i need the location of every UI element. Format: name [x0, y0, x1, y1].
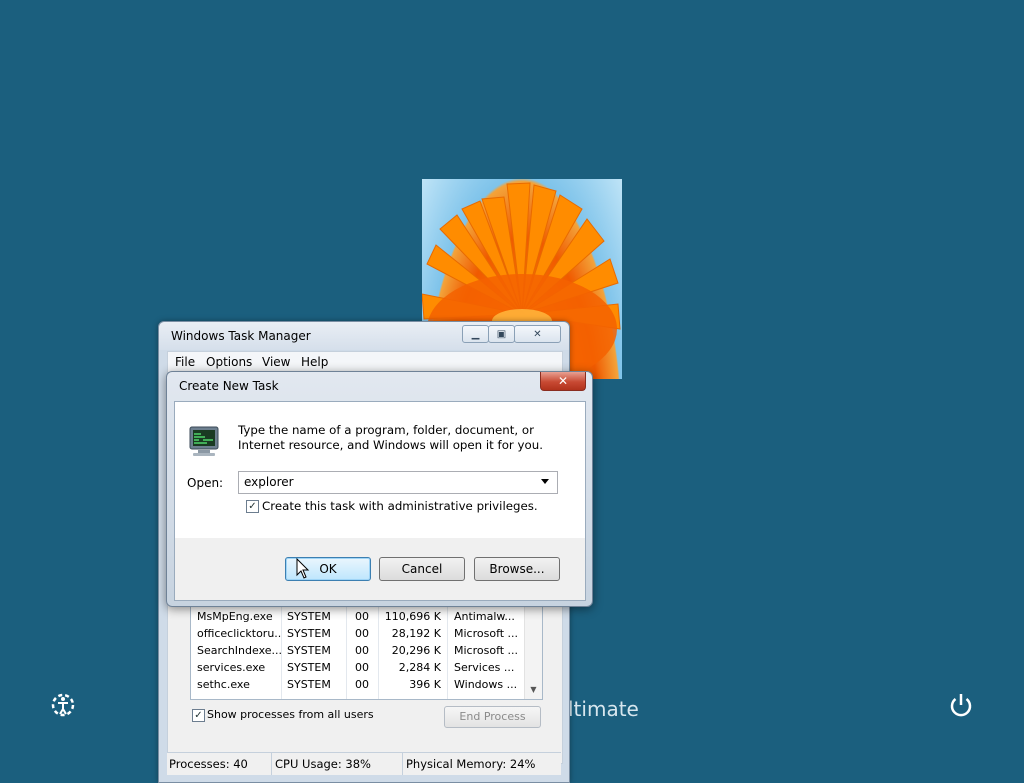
browse-button[interactable]: Browse...: [474, 557, 560, 581]
power-icon[interactable]: [946, 690, 976, 720]
process-description: Microsoft ...: [454, 627, 519, 640]
cancel-button[interactable]: Cancel: [379, 557, 465, 581]
process-user: SYSTEM: [287, 678, 331, 691]
admin-privileges-label: Create this task with administrative pri…: [262, 499, 538, 513]
process-memory: 110,696 K: [384, 610, 441, 623]
process-memory: 28,192 K: [391, 627, 441, 640]
process-cpu: 00: [355, 627, 369, 640]
process-name: sethc.exe: [197, 678, 250, 691]
status-processes: Processes: 40: [169, 757, 248, 771]
process-cpu: 00: [355, 661, 369, 674]
process-name: MsMpEng.exe: [197, 610, 273, 623]
process-user: SYSTEM: [287, 661, 331, 674]
close-button[interactable]: ✕: [514, 325, 561, 343]
task-manager-title: Windows Task Manager: [171, 329, 311, 343]
process-list-scrollbar[interactable]: ▼: [524, 607, 542, 699]
table-row[interactable]: MsMpEng.exe SYSTEM 00 110,696 K Antimalw…: [191, 608, 523, 625]
process-cpu: 00: [355, 610, 369, 623]
table-row[interactable]: officeclicktoru... SYSTEM 00 28,192 K Mi…: [191, 625, 523, 642]
table-row[interactable]: services.exe SYSTEM 00 2,284 K Services …: [191, 659, 523, 676]
dialog-upper-panel: Type the name of a program, folder, docu…: [175, 402, 585, 538]
process-memory: 2,284 K: [398, 661, 441, 674]
ease-of-access-icon[interactable]: [48, 690, 78, 720]
run-program-icon: [187, 425, 221, 457]
table-row[interactable]: sethc.exe SYSTEM 00 396 K Windows ...: [191, 676, 523, 693]
process-cpu: 00: [355, 644, 369, 657]
task-manager-menubar: File Options View Help: [167, 351, 563, 373]
table-row[interactable]: SearchIndexe... SYSTEM 00 20,296 K Micro…: [191, 642, 523, 659]
process-user: SYSTEM: [287, 610, 331, 623]
process-memory: 396 K: [409, 678, 441, 691]
show-all-processes-label: Show processes from all users: [207, 708, 374, 721]
open-label: Open:: [187, 476, 224, 490]
menu-file[interactable]: File: [175, 355, 195, 369]
process-description: Microsoft ...: [454, 644, 519, 657]
menu-options[interactable]: Options: [206, 355, 252, 369]
process-description: Antimalw...: [454, 610, 515, 623]
end-process-button[interactable]: End Process: [444, 706, 541, 728]
task-manager-statusbar: Processes: 40 CPU Usage: 38% Physical Me…: [167, 752, 561, 775]
show-all-processes-checkbox[interactable]: ✓: [192, 709, 205, 722]
minimize-button[interactable]: ▁: [462, 325, 489, 343]
open-combobox[interactable]: explorer: [238, 471, 558, 494]
process-name: SearchIndexe...: [197, 644, 281, 657]
process-cpu: 00: [355, 678, 369, 691]
process-name: services.exe: [197, 661, 266, 674]
process-description: Services ...: [454, 661, 515, 674]
admin-privileges-checkbox[interactable]: ✓: [246, 500, 259, 513]
maximize-button[interactable]: ▣: [488, 325, 515, 343]
dialog-title: Create New Task: [179, 379, 279, 393]
status-physical-memory: Physical Memory: 24%: [406, 757, 536, 771]
process-user: SYSTEM: [287, 644, 331, 657]
process-name: officeclicktoru...: [197, 627, 281, 640]
dialog-content: Type the name of a program, folder, docu…: [174, 401, 586, 601]
chevron-down-icon[interactable]: [541, 479, 549, 484]
dialog-close-button[interactable]: ✕: [540, 372, 586, 391]
process-user: SYSTEM: [287, 627, 331, 640]
open-combobox-value: explorer: [244, 475, 294, 489]
create-new-task-dialog: Create New Task ✕ Type the name of a pro…: [166, 371, 593, 607]
windows-edition-text: ltimate: [568, 697, 639, 721]
mouse-cursor-icon: [296, 557, 310, 580]
process-description: Windows ...: [454, 678, 518, 691]
process-list[interactable]: MsMpEng.exe SYSTEM 00 110,696 K Antimalw…: [190, 606, 543, 700]
menu-view[interactable]: View: [262, 355, 290, 369]
status-cpu-usage: CPU Usage: 38%: [275, 757, 371, 771]
menu-help[interactable]: Help: [301, 355, 328, 369]
scroll-down-arrow-icon[interactable]: ▼: [525, 685, 542, 697]
process-memory: 20,296 K: [391, 644, 441, 657]
dialog-instructions: Type the name of a program, folder, docu…: [238, 423, 543, 452]
task-manager-titlebar[interactable]: Windows Task Manager ▁ ▣ ✕: [159, 322, 569, 350]
